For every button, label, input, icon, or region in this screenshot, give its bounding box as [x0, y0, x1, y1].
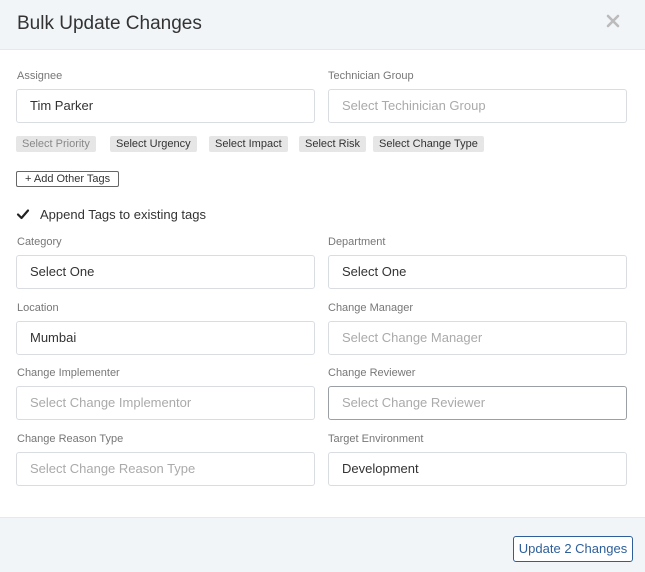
- technician-group-label: Technician Group: [328, 70, 414, 82]
- change-reviewer-label: Change Reviewer: [328, 367, 416, 379]
- update-changes-button[interactable]: Update 2 Changes: [513, 536, 633, 562]
- tag-select-priority[interactable]: Select Priority: [16, 136, 96, 152]
- assignee-label: Assignee: [17, 70, 63, 82]
- change-implementer-label: Change Implementer: [17, 367, 120, 379]
- change-manager-field[interactable]: Select Change Manager: [328, 321, 627, 355]
- change-implementer-field[interactable]: Select Change Implementor: [16, 386, 315, 420]
- change-reason-type-label: Change Reason Type: [17, 433, 124, 445]
- tag-select-impact[interactable]: Select Impact: [209, 136, 288, 152]
- target-environment-label: Target Environment: [328, 433, 424, 445]
- department-field[interactable]: Select One: [328, 255, 627, 289]
- location-label: Location: [17, 302, 59, 314]
- add-other-tags-button[interactable]: + Add Other Tags: [16, 171, 120, 187]
- category-label: Category: [17, 236, 62, 248]
- category-field[interactable]: Select One: [16, 255, 315, 289]
- modal-footer: Update 2 Changes: [0, 517, 645, 572]
- tag-select-risk[interactable]: Select Risk: [299, 136, 367, 152]
- assignee-field[interactable]: Tim Parker: [16, 89, 315, 123]
- change-reason-type-field[interactable]: Select Change Reason Type: [16, 452, 315, 486]
- close-icon[interactable]: [606, 14, 622, 30]
- append-tags-label: Append Tags to existing tags: [40, 207, 206, 222]
- change-manager-label: Change Manager: [328, 302, 414, 314]
- technician-group-field[interactable]: Select Techinician Group: [328, 89, 627, 123]
- modal-header: Bulk Update Changes: [0, 0, 645, 50]
- append-tags-checkbox[interactable]: [16, 207, 30, 221]
- tag-select-urgency[interactable]: Select Urgency: [110, 136, 197, 152]
- change-reviewer-field[interactable]: Select Change Reviewer: [328, 386, 627, 420]
- tag-select-change-type[interactable]: Select Change Type: [373, 136, 484, 152]
- location-field[interactable]: Mumbai: [16, 321, 315, 355]
- modal-title: Bulk Update Changes: [17, 13, 202, 34]
- department-label: Department: [328, 236, 386, 248]
- target-environment-field[interactable]: Development: [328, 452, 627, 486]
- bulk-update-modal: Bulk Update Changes Assignee Tim Parker …: [0, 0, 645, 572]
